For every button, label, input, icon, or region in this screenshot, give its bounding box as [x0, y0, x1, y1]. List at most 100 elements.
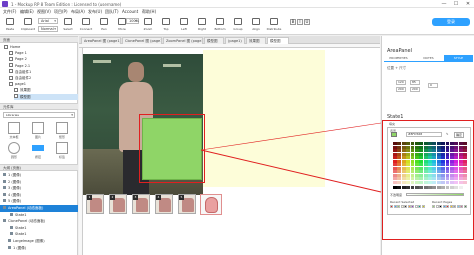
outline-row[interactable]: State1	[0, 212, 78, 219]
outline-row[interactable]: 1 (图像)	[0, 245, 78, 252]
top-button[interactable]: Top	[158, 17, 174, 33]
select-tool-button[interactable]: Select	[60, 17, 76, 33]
outline-row[interactable]: 4 (图像)	[0, 192, 78, 199]
distribute-button[interactable]: Distribute	[266, 17, 282, 33]
color-swatch[interactable]	[428, 180, 432, 184]
grey-swatch[interactable]	[410, 186, 415, 189]
eyedropper-icon[interactable]: ✎	[446, 132, 449, 136]
bold-toggle[interactable]: B	[290, 19, 296, 25]
color-swatch[interactable]	[463, 180, 467, 184]
height-field[interactable]: 200	[410, 87, 420, 92]
color-swatch[interactable]	[454, 180, 459, 184]
recent-color-swatch[interactable]	[421, 205, 425, 208]
area-panel-background[interactable]	[203, 50, 325, 187]
login-button[interactable]: 登录	[432, 18, 470, 26]
grey-swatch[interactable]	[428, 186, 432, 189]
color-swatch[interactable]	[458, 180, 463, 184]
page-item[interactable]: Page 2.1	[9, 63, 78, 69]
page-item[interactable]: Home	[4, 44, 78, 50]
grey-swatch[interactable]	[397, 186, 402, 189]
maximize-button[interactable]: ☐	[450, 0, 462, 8]
pen-tool-button[interactable]: Pen	[96, 17, 112, 33]
outline-row[interactable]: State1	[0, 231, 78, 238]
color-swatch[interactable]	[393, 180, 397, 184]
tab-style[interactable]: STYLE	[444, 55, 473, 62]
library-widget[interactable]	[56, 122, 68, 134]
italic-toggle[interactable]: I	[297, 19, 303, 25]
x-field[interactable]: 120	[396, 80, 406, 85]
tab-notes[interactable]: NOTES	[414, 55, 443, 62]
outline-row[interactable]: 5 (图像)	[0, 198, 78, 205]
outline-row[interactable]: 1 (图像)	[0, 172, 78, 179]
grey-swatch[interactable]	[445, 186, 450, 189]
color-swatch[interactable]	[401, 180, 406, 184]
minimize-button[interactable]: —	[438, 0, 450, 8]
bottom-button[interactable]: Bottom	[212, 17, 228, 33]
grey-swatch[interactable]	[463, 186, 467, 189]
document-tab[interactable]: 效果图	[246, 37, 266, 44]
grey-swatch[interactable]	[414, 186, 419, 189]
grey-swatch[interactable]	[406, 186, 411, 189]
font-family-select[interactable]: Arial	[38, 18, 58, 24]
width-field[interactable]: 200	[396, 87, 406, 92]
recent-color-swatch[interactable]	[463, 205, 467, 208]
thumbnail[interactable]: 3	[132, 194, 150, 214]
area-panel[interactable]	[142, 118, 202, 180]
menu-account[interactable]: Account	[122, 9, 138, 14]
zoom-button[interactable]: Zoom	[140, 17, 156, 33]
grey-swatch[interactable]	[454, 186, 459, 189]
grey-swatch[interactable]	[401, 186, 406, 189]
underline-toggle[interactable]: U	[304, 19, 310, 25]
clipboard-button[interactable]: Clipboard	[20, 17, 36, 33]
outline-row[interactable]: State1	[0, 225, 78, 232]
document-tab[interactable]: ClonePanel 图 (page1)	[122, 37, 162, 44]
color-swatch[interactable]	[449, 180, 454, 184]
right-button[interactable]: Right	[194, 17, 210, 33]
grey-swatch[interactable]	[432, 186, 437, 189]
document-tab[interactable]: 模型图	[267, 37, 289, 44]
page-item[interactable]: Page 2	[9, 56, 78, 62]
document-tab[interactable]: ZoomPanel 图 (page1)	[163, 37, 203, 44]
grey-swatch[interactable]	[441, 186, 446, 189]
outline-row[interactable]: LargeImage (图像)	[0, 238, 78, 245]
outline-row[interactable]: 3 (图像)	[0, 185, 78, 192]
grey-swatch[interactable]	[423, 186, 428, 189]
y-field[interactable]: 85	[410, 80, 420, 85]
opacity-slider[interactable]	[406, 193, 464, 196]
thumbnail[interactable]: 5	[178, 194, 196, 214]
library-widget[interactable]	[8, 142, 20, 154]
grey-swatch[interactable]	[449, 186, 454, 189]
page-item[interactable]: Page 1	[9, 50, 78, 56]
color-swatch[interactable]	[432, 180, 437, 184]
library-widget[interactable]	[8, 122, 20, 134]
font-style-select[interactable]: Normal	[38, 26, 58, 32]
grey-swatch[interactable]	[393, 186, 397, 189]
page-item[interactable]: 自由组件2	[9, 75, 78, 81]
confirm-button[interactable]: 确定	[454, 131, 465, 138]
page-item[interactable]: page1	[9, 81, 78, 87]
page-item[interactable]: 自由组件1	[9, 69, 78, 75]
document-tab[interactable]: (page1)	[225, 37, 245, 44]
grey-swatch[interactable]	[436, 186, 441, 189]
paste-button[interactable]: Paste	[2, 17, 18, 33]
page-item[interactable]: 模型图	[14, 93, 78, 100]
rotation-field[interactable]: 0	[428, 83, 438, 88]
close-button[interactable]: ✕	[462, 0, 474, 8]
color-swatch[interactable]	[397, 180, 402, 184]
left-button[interactable]: Left	[176, 17, 192, 33]
outline-row[interactable]: AreaPanel (动态面板)	[0, 205, 78, 212]
color-swatch[interactable]	[406, 180, 411, 184]
outline-row[interactable]: 2 (图像)	[0, 179, 78, 186]
library-widget[interactable]	[56, 142, 68, 154]
hex-input[interactable]: #8FD568	[406, 132, 442, 137]
zoom-select[interactable]: 100%	[126, 18, 139, 24]
artboard[interactable]: 1 2 3 4 5	[83, 48, 380, 255]
group-button[interactable]: Group	[230, 17, 246, 33]
grey-swatch[interactable]	[419, 186, 424, 189]
outline-row[interactable]: ClonePanel (动态面板)	[0, 218, 78, 225]
color-swatch[interactable]	[436, 180, 441, 184]
color-swatch[interactable]	[419, 180, 424, 184]
thumbnail[interactable]: 1	[86, 194, 104, 214]
document-tab[interactable]: AreaPanel 图 (page1)	[81, 37, 121, 44]
document-tab[interactable]: 模型图	[204, 37, 224, 44]
